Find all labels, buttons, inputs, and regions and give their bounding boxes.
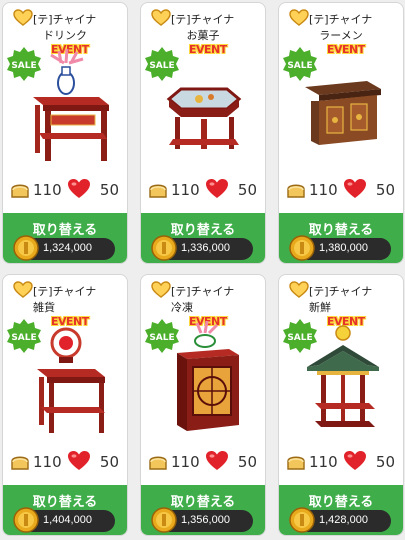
shop-item-card: [テ]チャイナ 冷凍 SALE EVENT 110 50 取り替える 1,356… (140, 274, 266, 536)
heart-badge-icon (13, 281, 33, 298)
item-grid: [テ]チャイナ ドリンク SALE EVENT 110 50 取り替える 1,3… (0, 0, 405, 540)
heart-icon (344, 179, 366, 198)
heart-icon (68, 179, 90, 198)
heart-badge-icon (289, 281, 309, 298)
price-value: 1,324,000 (43, 242, 92, 254)
price-pill: 1,428,000 (289, 507, 391, 533)
heart-icon (206, 179, 228, 198)
heart-value: 50 (375, 181, 395, 199)
shop-item-card: [テ]チャイナ お菓子 SALE EVENT 110 50 取り替える 1,33… (140, 2, 266, 264)
coin-icon (151, 507, 177, 533)
bread-value: 110 (33, 181, 62, 199)
bread-icon (149, 184, 167, 198)
card-header: [テ]チャイナ ドリンク (3, 7, 127, 47)
heart-icon (68, 451, 90, 470)
bread-icon (11, 456, 29, 470)
item-stats: 110 50 (279, 447, 403, 477)
item-subtitle: 雑貨 (33, 301, 55, 314)
price-value: 1,404,000 (43, 514, 92, 526)
card-header: [テ]チャイナ お菓子 (141, 7, 265, 47)
exchange-button[interactable]: 取り替える 1,324,000 (3, 213, 127, 263)
item-title: [テ]チャイナ (309, 285, 373, 298)
pagoda-stand-icon (307, 325, 379, 427)
card-header: [テ]チャイナ 冷凍 (141, 279, 265, 319)
shop-item-card: [テ]チャイナ 雑貨 SALE EVENT 110 50 取り替える 1,404… (2, 274, 128, 536)
bread-value: 110 (309, 453, 338, 471)
card-header: [テ]チャイナ ラーメン (279, 7, 403, 47)
exchange-button[interactable]: 取り替える 1,380,000 (279, 213, 403, 263)
item-title: [テ]チャイナ (33, 13, 97, 26)
item-stats: 110 50 (3, 175, 127, 205)
item-subtitle: お菓子 (186, 29, 220, 42)
heart-value: 50 (237, 181, 257, 199)
bread-value: 110 (171, 453, 200, 471)
price-pill: 1,336,000 (151, 235, 253, 261)
heart-badge-icon (13, 9, 33, 26)
heart-badge-icon (289, 9, 309, 26)
goods-stand-icon (37, 327, 105, 433)
item-stats: 110 50 (141, 175, 265, 205)
bread-icon (287, 184, 305, 198)
price-value: 1,428,000 (319, 514, 368, 526)
item-stats: 110 50 (141, 447, 265, 477)
card-header: [テ]チャイナ 雑貨 (3, 279, 127, 319)
heart-value: 50 (237, 453, 257, 471)
exchange-button[interactable]: 取り替える 1,356,000 (141, 485, 265, 535)
item-subtitle: 新鮮 (309, 301, 331, 314)
coin-icon (13, 507, 39, 533)
item-stats: 110 50 (279, 175, 403, 205)
coin-icon (289, 507, 315, 533)
item-stats: 110 50 (3, 447, 127, 477)
exchange-button[interactable]: 取り替える 1,336,000 (141, 213, 265, 263)
price-value: 1,380,000 (319, 242, 368, 254)
bread-value: 110 (309, 181, 338, 199)
item-subtitle: ドリンク (43, 29, 87, 42)
bread-icon (11, 184, 29, 198)
item-title: [テ]チャイナ (309, 13, 373, 26)
shop-item-card: [テ]チャイナ ラーメン SALE EVENT 110 50 取り替える 1,3… (278, 2, 404, 264)
item-title: [テ]チャイナ (33, 285, 97, 298)
price-pill: 1,404,000 (13, 507, 115, 533)
heart-badge-icon (151, 9, 171, 26)
bread-value: 110 (33, 453, 62, 471)
shop-item-card: [テ]チャイナ ドリンク SALE EVENT 110 50 取り替える 1,3… (2, 2, 128, 264)
price-pill: 1,356,000 (151, 507, 253, 533)
ramen-cabinet-icon (305, 81, 381, 145)
item-subtitle: 冷凍 (171, 301, 193, 314)
heart-value: 50 (99, 453, 119, 471)
item-title: [テ]チャイナ (171, 13, 235, 26)
item-title: [テ]チャイナ (171, 285, 235, 298)
heart-badge-icon (151, 281, 171, 298)
coin-icon (289, 235, 315, 261)
sweets-table-icon (166, 87, 242, 149)
price-pill: 1,324,000 (13, 235, 115, 261)
price-value: 1,356,000 (181, 514, 230, 526)
bread-value: 110 (171, 181, 200, 199)
coin-icon (151, 235, 177, 261)
item-subtitle: ラーメン (319, 29, 363, 42)
coin-icon (13, 235, 39, 261)
card-header: [テ]チャイナ 新鮮 (279, 279, 403, 319)
heart-icon (344, 451, 366, 470)
heart-value: 50 (375, 453, 395, 471)
heart-icon (206, 451, 228, 470)
drink-table-icon (33, 49, 109, 161)
heart-value: 50 (99, 181, 119, 199)
price-value: 1,336,000 (181, 242, 230, 254)
bread-icon (149, 456, 167, 470)
exchange-button[interactable]: 取り替える 1,428,000 (279, 485, 403, 535)
bread-icon (287, 456, 305, 470)
freezer-cabinet-icon (177, 321, 239, 431)
price-pill: 1,380,000 (289, 235, 391, 261)
exchange-button[interactable]: 取り替える 1,404,000 (3, 485, 127, 535)
shop-item-card: [テ]チャイナ 新鮮 SALE EVENT 110 50 取り替える 1,428… (278, 274, 404, 536)
